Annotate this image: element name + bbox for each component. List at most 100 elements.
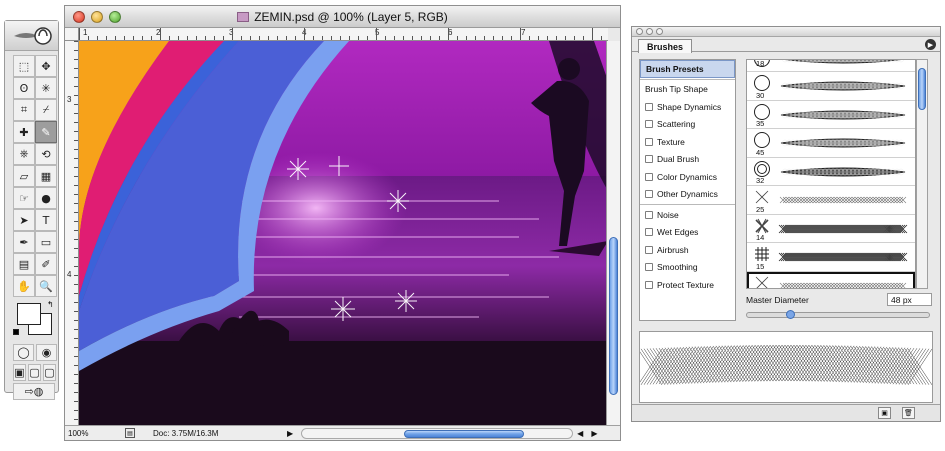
healing-brush-tool-icon[interactable]: ✚ <box>13 121 35 143</box>
trash-icon[interactable]: 🗑 <box>902 407 915 419</box>
standard-mode-icon[interactable]: ◯ <box>13 344 34 361</box>
tab-brushes[interactable]: Brushes <box>638 39 693 53</box>
zoom-level[interactable]: 100% <box>65 429 117 438</box>
document-title-bar[interactable]: ZEMIN.psd @ 100% (Layer 5, RGB) <box>65 6 620 28</box>
lasso-tool-icon[interactable]: ʘ <box>13 77 35 99</box>
option-checkbox[interactable] <box>645 102 653 111</box>
option-checkbox[interactable] <box>645 263 653 272</box>
horizontal-scroll-thumb[interactable] <box>404 429 525 438</box>
master-diameter-slider[interactable] <box>746 310 930 319</box>
option-checkbox[interactable] <box>645 210 653 219</box>
standard-screen-mode-icon[interactable]: ▣ <box>13 364 26 381</box>
scroll-right-arrow-icon[interactable]: ▶ <box>591 429 597 438</box>
slice-tool-icon[interactable]: ⌿ <box>35 99 57 121</box>
foreground-color-swatch[interactable] <box>17 303 41 325</box>
palette-menu-icon[interactable]: ▶ <box>925 39 936 50</box>
feather-logo-icon <box>13 26 52 45</box>
option-brush-tip-shape[interactable]: Brush Tip Shape <box>640 81 735 99</box>
history-brush-tool-icon[interactable]: ⟲ <box>35 143 57 165</box>
horizontal-scrollbar[interactable] <box>301 427 574 439</box>
option-color-dynamics[interactable]: Color Dynamics <box>640 168 735 186</box>
jump-to-imageready-icon[interactable]: ⇨◍ <box>13 383 55 400</box>
option-checkbox[interactable] <box>645 190 653 199</box>
option-shape-dynamics[interactable]: Shape Dynamics <box>640 98 735 116</box>
option-checkbox[interactable] <box>645 228 653 237</box>
horizontal-ruler[interactable]: 1234567 <box>79 28 608 41</box>
magic-wand-tool-icon[interactable]: ✳ <box>35 77 57 99</box>
quick-mask-mode-icon[interactable]: ◉ <box>36 344 57 361</box>
palette-minimize-button[interactable] <box>646 28 653 35</box>
vertical-scrollbar[interactable] <box>606 41 620 427</box>
image-canvas[interactable] <box>79 41 608 427</box>
option-brush-presets[interactable]: Brush Presets <box>640 60 735 78</box>
full-screen-mode-icon[interactable]: ▢ <box>43 364 56 381</box>
option-other-dynamics[interactable]: Other Dynamics <box>640 186 735 204</box>
master-diameter-field[interactable]: 48 px <box>887 293 932 306</box>
type-tool-icon[interactable]: T <box>35 209 57 231</box>
master-diameter-slider-knob[interactable] <box>785 310 795 319</box>
brush-tool-icon[interactable]: ✎ <box>35 121 57 143</box>
palette-close-button[interactable] <box>636 28 643 35</box>
option-checkbox[interactable] <box>645 280 653 289</box>
option-wet-edges[interactable]: Wet Edges <box>640 224 735 242</box>
brush-options-list: Brush Presets Brush Tip Shape Shape Dynami… <box>639 59 736 321</box>
option-checkbox[interactable] <box>645 137 653 146</box>
shape-tool-icon[interactable]: ▭ <box>35 231 57 253</box>
swap-colors-icon[interactable]: ↰ <box>47 300 54 309</box>
brush-preset-row[interactable]: 32 <box>747 158 915 186</box>
ruler-tick <box>74 383 78 384</box>
palette-zoom-button[interactable] <box>656 28 663 35</box>
ruler-origin[interactable] <box>65 28 79 41</box>
option-dual-brush[interactable]: Dual Brush <box>640 151 735 169</box>
marquee-tool-icon[interactable]: ⬚ <box>13 55 35 77</box>
palette-title-bar[interactable] <box>632 27 940 37</box>
full-screen-menu-mode-icon[interactable]: ▢ <box>28 364 41 381</box>
scroll-left-arrow-icon[interactable]: ◀ <box>577 429 583 438</box>
minimize-window-button[interactable] <box>91 11 103 23</box>
brush-preset-row[interactable]: 14 <box>747 215 915 243</box>
pen-tool-icon[interactable]: ✒ <box>13 231 35 253</box>
smudge-tool-icon[interactable]: ☞ <box>13 187 35 209</box>
toolbox-header[interactable] <box>5 21 58 51</box>
brush-preset-row[interactable]: 15 <box>747 243 915 272</box>
option-checkbox[interactable] <box>645 245 653 254</box>
presets-scroll-thumb[interactable] <box>918 68 926 110</box>
clone-stamp-tool-icon[interactable]: ⎈ <box>13 143 35 165</box>
option-scattering[interactable]: Scattering <box>640 116 735 134</box>
ruler-tick <box>403 36 404 40</box>
option-noise[interactable]: Noise <box>640 206 735 224</box>
brush-preset-row[interactable]: 35 <box>747 101 915 129</box>
hand-tool-icon[interactable]: ✋ <box>13 275 35 297</box>
option-checkbox[interactable] <box>645 172 653 181</box>
option-protect-texture[interactable]: Protect Texture <box>640 276 735 294</box>
option-texture[interactable]: Texture <box>640 133 735 151</box>
status-menu-arrow-icon[interactable]: ▶ <box>287 429 293 438</box>
option-airbrush[interactable]: Airbrush <box>640 241 735 259</box>
presets-scrollbar[interactable] <box>916 59 928 289</box>
brush-preset-row[interactable]: 25 <box>747 186 915 215</box>
path-selection-tool-icon[interactable]: ➤ <box>13 209 35 231</box>
zoom-tool-icon[interactable]: 🔍 <box>35 275 57 297</box>
screen-mode-row: ▣ ▢ ▢ <box>13 364 56 381</box>
zoom-window-button[interactable] <box>109 11 121 23</box>
dodge-tool-icon[interactable]: ● <box>35 187 57 209</box>
brush-preset-row[interactable]: 45 <box>747 129 915 158</box>
move-tool-icon[interactable]: ✥ <box>35 55 57 77</box>
brush-preset-row[interactable]: 18 <box>747 60 915 72</box>
vertical-ruler[interactable]: 34 <box>65 41 79 427</box>
option-smoothing[interactable]: Smoothing <box>640 259 735 277</box>
brush-preset-row[interactable]: 48 <box>747 271 915 288</box>
option-checkbox[interactable] <box>645 155 653 164</box>
vertical-scroll-thumb[interactable] <box>609 237 618 395</box>
close-window-button[interactable] <box>73 11 85 23</box>
default-colors-icon[interactable] <box>13 329 19 335</box>
eraser-tool-icon[interactable]: ▱ <box>13 165 35 187</box>
new-preset-icon[interactable]: ▣ <box>878 407 891 419</box>
gradient-tool-icon[interactable]: ▦ <box>35 165 57 187</box>
document-info-icon[interactable]: ▤ <box>125 428 135 438</box>
notes-tool-icon[interactable]: ▤ <box>13 253 35 275</box>
crop-tool-icon[interactable]: ⌗ <box>13 99 35 121</box>
eyedropper-tool-icon[interactable]: ✐ <box>35 253 57 275</box>
brush-preset-row[interactable]: 30 <box>747 72 915 101</box>
option-checkbox[interactable] <box>645 120 653 129</box>
